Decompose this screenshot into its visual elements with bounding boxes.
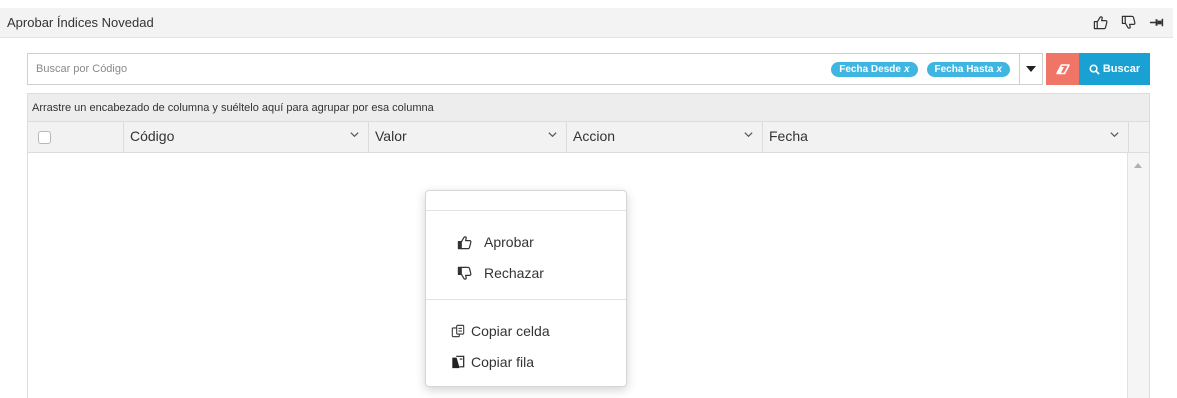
- caret-down-icon: [1026, 66, 1036, 72]
- menu-item-copiar-celda[interactable]: Copiar celda: [426, 318, 626, 344]
- menu-item-label: Aprobar: [484, 234, 534, 250]
- search-button-label: Buscar: [1102, 63, 1141, 75]
- filter-chips: Fecha Desde x Fecha Hasta x: [831, 62, 1010, 77]
- column-header-label: Fecha: [769, 128, 808, 144]
- chevron-down-icon[interactable]: [1109, 129, 1120, 140]
- header-actions: [1091, 13, 1165, 31]
- panel-header: Aprobar Índices Novedad: [0, 8, 1173, 38]
- column-header-row: Código Valor Accion Fecha: [28, 122, 1149, 153]
- column-header-label: Valor: [375, 128, 407, 144]
- context-menu: Aprobar Rechazar Copiar celda Copiar fil…: [425, 190, 627, 387]
- menu-divider: [426, 299, 626, 300]
- menu-divider: [426, 210, 626, 211]
- search-bar: Fecha Desdex Fecha Hastax Buscar: [27, 53, 1150, 85]
- pin-icon[interactable]: [1147, 13, 1165, 31]
- eraser-icon: [1055, 64, 1070, 75]
- column-header-label: Accion: [573, 128, 616, 144]
- chevron-down-icon[interactable]: [349, 129, 360, 140]
- column-header-valor[interactable]: Valor: [369, 122, 567, 152]
- chip-remove-icon[interactable]: x: [996, 64, 1002, 75]
- thumbs-up-icon: [456, 234, 472, 250]
- column-header-label: Código: [130, 128, 175, 144]
- thumbs-down-icon: [456, 265, 472, 281]
- copy-row-icon: [450, 354, 466, 370]
- chip-label: Fecha Hasta: [934, 64, 994, 75]
- menu-item-label: Rechazar: [484, 265, 544, 281]
- group-panel[interactable]: Arrastre un encabezado de columna y suél…: [28, 94, 1149, 122]
- thumbs-up-icon[interactable]: [1091, 13, 1109, 31]
- chevron-down-icon[interactable]: [743, 129, 754, 140]
- filter-chip-fecha-hasta[interactable]: Fecha Hasta x: [926, 62, 1010, 77]
- chip-remove-icon[interactable]: x: [904, 64, 910, 75]
- thumbs-down-icon[interactable]: [1119, 13, 1137, 31]
- column-header-fecha[interactable]: Fecha: [763, 122, 1129, 152]
- vertical-scrollbar[interactable]: [1127, 153, 1149, 398]
- select-all-checkbox[interactable]: [38, 131, 51, 144]
- chevron-down-icon[interactable]: [547, 129, 558, 140]
- menu-item-label: Copiar celda: [471, 323, 550, 339]
- select-all-cell: [28, 122, 124, 152]
- column-header-accion[interactable]: Accion: [567, 122, 763, 152]
- clear-button[interactable]: [1046, 53, 1079, 85]
- filter-chip-fecha-desde[interactable]: Fecha Desde x: [831, 62, 918, 77]
- panel-title: Aprobar Índices Novedad: [7, 15, 154, 30]
- column-header-codigo[interactable]: Código: [124, 122, 369, 152]
- copy-cell-icon: [450, 323, 466, 339]
- search-button[interactable]: Buscar: [1079, 53, 1150, 85]
- menu-item-label: Copiar fila: [471, 354, 535, 370]
- menu-item-copiar-fila[interactable]: Copiar fila: [426, 349, 626, 375]
- search-icon: [1089, 64, 1100, 75]
- chip-label: Fecha Desde: [839, 64, 901, 75]
- menu-item-rechazar[interactable]: Rechazar: [426, 260, 626, 286]
- menu-item-aprobar[interactable]: Aprobar: [426, 229, 626, 255]
- scroll-up-arrow-icon[interactable]: [1134, 163, 1142, 168]
- filter-dropdown-button[interactable]: [1019, 53, 1043, 85]
